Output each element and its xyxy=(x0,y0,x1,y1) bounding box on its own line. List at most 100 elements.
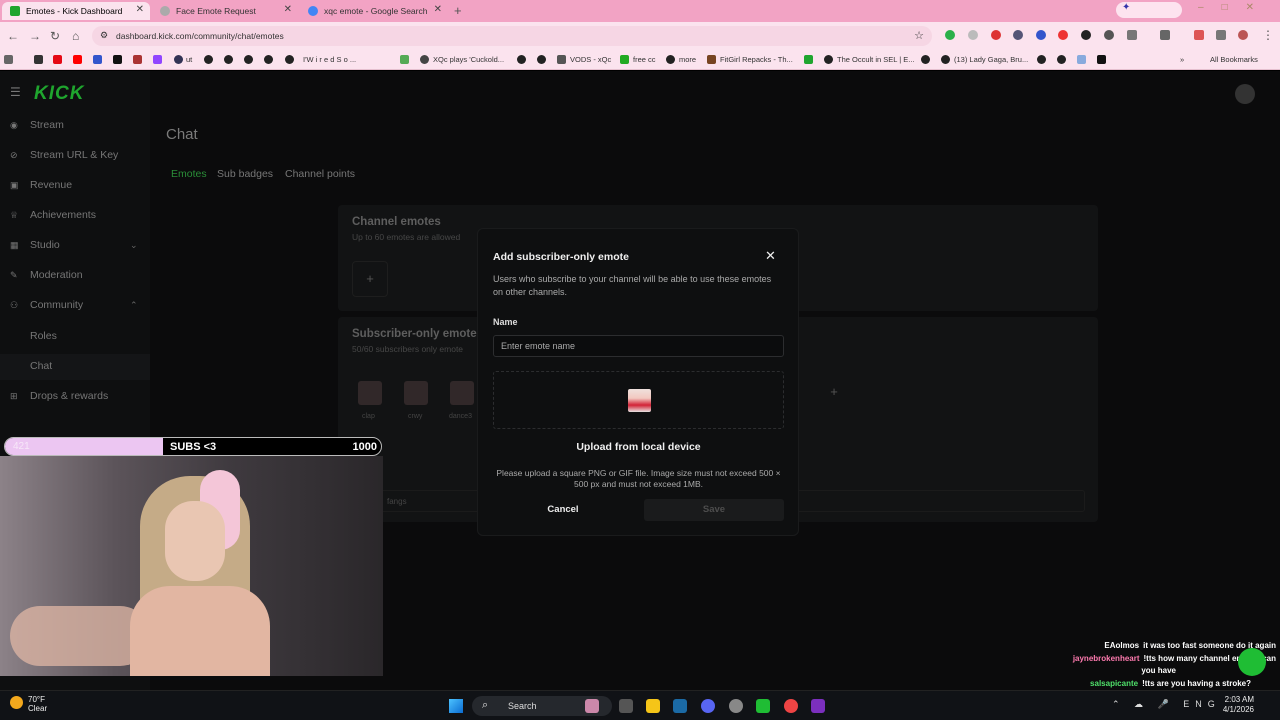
bookmark-item[interactable]: VODS - xQc xyxy=(570,55,611,64)
site-info-icon[interactable]: ⚙ xyxy=(100,30,108,41)
sidebar-item-revenue[interactable]: ▣ Revenue xyxy=(10,179,72,191)
emote-thumbnail[interactable] xyxy=(450,381,474,405)
bookmark-icon[interactable] xyxy=(1077,55,1086,64)
extension-icon[interactable] xyxy=(1013,30,1023,40)
globe-icon[interactable] xyxy=(824,55,833,64)
tab-google-search[interactable]: xqc emote - Google Search ✕ xyxy=(300,2,448,20)
sidebar-item-chat[interactable]: Chat xyxy=(30,360,52,372)
kick-icon[interactable] xyxy=(804,55,813,64)
kick-app-icon[interactable] xyxy=(756,699,770,713)
sidebar-item-moderation[interactable]: ✎ Moderation xyxy=(10,269,83,281)
task-view-icon[interactable] xyxy=(619,699,633,713)
app-icon[interactable] xyxy=(811,699,825,713)
bookmark-icon[interactable] xyxy=(93,55,102,64)
tab-emotes[interactable]: Emotes - Kick Dashboard ✕ xyxy=(2,2,150,20)
bookmark-item[interactable]: ut xyxy=(186,55,192,64)
extension-icon[interactable] xyxy=(968,30,978,40)
file-explorer-icon[interactable] xyxy=(646,699,660,713)
bookmark-icon[interactable] xyxy=(620,55,629,64)
globe-icon[interactable] xyxy=(1037,55,1046,64)
twitch-icon[interactable] xyxy=(153,55,162,64)
close-tab-icon[interactable]: ✕ xyxy=(136,4,144,15)
forward-icon[interactable]: → xyxy=(29,29,41,43)
chevron-down-icon[interactable]: ⌄ xyxy=(130,240,138,251)
close-tab-icon[interactable]: ✕ xyxy=(434,4,442,15)
extension-icon[interactable] xyxy=(1104,30,1114,40)
tab-emotes[interactable]: Emotes xyxy=(171,168,207,180)
add-channel-emote-button[interactable]: + xyxy=(352,261,388,297)
sidebar-item-achievements[interactable]: ♕ Achievements xyxy=(10,209,96,221)
globe-icon[interactable] xyxy=(1057,55,1066,64)
windows-start-icon[interactable] xyxy=(449,699,463,713)
chrome-icon[interactable] xyxy=(784,699,798,713)
bookmark-item[interactable]: more xyxy=(679,55,696,64)
bookmark-icon[interactable] xyxy=(174,55,183,64)
bookmark-icon[interactable] xyxy=(557,55,566,64)
extensions-puzzle-icon[interactable] xyxy=(1127,30,1137,40)
sidebar-item-community[interactable]: ⚇ Community xyxy=(10,299,83,311)
bookmark-icon[interactable] xyxy=(420,55,429,64)
obs-icon[interactable] xyxy=(729,699,743,713)
more-bookmarks-icon[interactable]: » xyxy=(1180,55,1184,64)
sidebar-item-roles[interactable]: Roles xyxy=(30,330,57,342)
sidebar-item-stream[interactable]: ◉ Stream xyxy=(10,119,64,131)
tab-sub-badges[interactable]: Sub badges xyxy=(217,168,273,180)
close-icon[interactable]: ✕ xyxy=(765,248,776,264)
extension-icon[interactable] xyxy=(1081,30,1091,40)
window-controls[interactable]: –□✕ xyxy=(1198,2,1272,13)
globe-icon[interactable] xyxy=(285,55,294,64)
extension-icon[interactable] xyxy=(1036,30,1046,40)
apps-grid-icon[interactable] xyxy=(4,55,13,64)
home-icon[interactable]: ⌂ xyxy=(72,29,79,43)
bookmark-item[interactable]: (13) Lady Gaga, Bru... xyxy=(954,55,1028,64)
user-avatar[interactable] xyxy=(1235,84,1255,104)
bookmark-star-icon[interactable]: ☆ xyxy=(914,29,924,42)
netflix-icon[interactable] xyxy=(53,55,62,64)
globe-icon[interactable] xyxy=(941,55,950,64)
weather-widget[interactable]: 70°F Clear xyxy=(10,695,47,713)
bookmark-item[interactable]: free cc xyxy=(633,55,656,64)
bookmark-item[interactable]: The Occult in SEL | E... xyxy=(837,55,915,64)
globe-icon[interactable] xyxy=(204,55,213,64)
close-tab-icon[interactable]: ✕ xyxy=(284,4,292,15)
youtube-icon[interactable] xyxy=(73,55,82,64)
save-button[interactable]: Save xyxy=(644,499,784,521)
chevron-up-icon[interactable]: ⌃ xyxy=(130,300,138,311)
globe-icon[interactable] xyxy=(517,55,526,64)
globe-icon[interactable] xyxy=(264,55,273,64)
gemini-button[interactable]: ✦ xyxy=(1116,2,1182,18)
globe-icon[interactable] xyxy=(244,55,253,64)
kick-logo[interactable]: KICK xyxy=(34,83,84,105)
bookmark-icon[interactable] xyxy=(1097,55,1106,64)
x-icon[interactable] xyxy=(113,55,122,64)
globe-icon[interactable] xyxy=(224,55,233,64)
sidepanel-icon[interactable] xyxy=(1160,30,1170,40)
new-tab-icon[interactable]: + xyxy=(454,3,462,18)
extension-icon[interactable] xyxy=(945,30,955,40)
emote-thumbnail[interactable] xyxy=(404,381,428,405)
cancel-button[interactable]: Cancel xyxy=(493,499,633,521)
emote-thumbnail[interactable] xyxy=(358,381,382,405)
clock[interactable]: 2:03 AM 4/1/2026 xyxy=(1204,695,1254,715)
extension-icon[interactable] xyxy=(991,30,1001,40)
add-sub-emote-button[interactable]: + xyxy=(816,375,852,411)
upload-dropzone[interactable] xyxy=(493,371,784,429)
sidebar-item-studio[interactable]: ▦ Studio xyxy=(10,239,60,251)
tab-face-emote[interactable]: Face Emote Request ✕ xyxy=(152,2,298,20)
upload-local-button[interactable]: Upload from local device xyxy=(493,437,784,457)
media-icon[interactable] xyxy=(1216,30,1226,40)
url-bar[interactable]: ⚙ dashboard.kick.com/community/chat/emot… xyxy=(92,26,932,46)
bookmark-item[interactable]: FitGirl Repacks - Th... xyxy=(720,55,793,64)
sidebar-item-stream-url[interactable]: ⊘ Stream URL & Key xyxy=(10,149,118,161)
emote-name-input[interactable] xyxy=(493,335,784,357)
bookmark-item[interactable]: XQc plays 'Cuckold... xyxy=(433,55,504,64)
bookmark-icon[interactable] xyxy=(707,55,716,64)
bookmark-icon[interactable] xyxy=(400,55,409,64)
menu-dots-icon[interactable]: ⋮ xyxy=(1262,28,1274,42)
reload-icon[interactable]: ↻ xyxy=(50,29,60,43)
copilot-icon[interactable] xyxy=(585,699,599,713)
extension-icon[interactable] xyxy=(1058,30,1068,40)
profile-avatar-icon[interactable] xyxy=(1238,30,1248,40)
globe-icon[interactable] xyxy=(666,55,675,64)
bookmark-icon[interactable] xyxy=(34,55,43,64)
